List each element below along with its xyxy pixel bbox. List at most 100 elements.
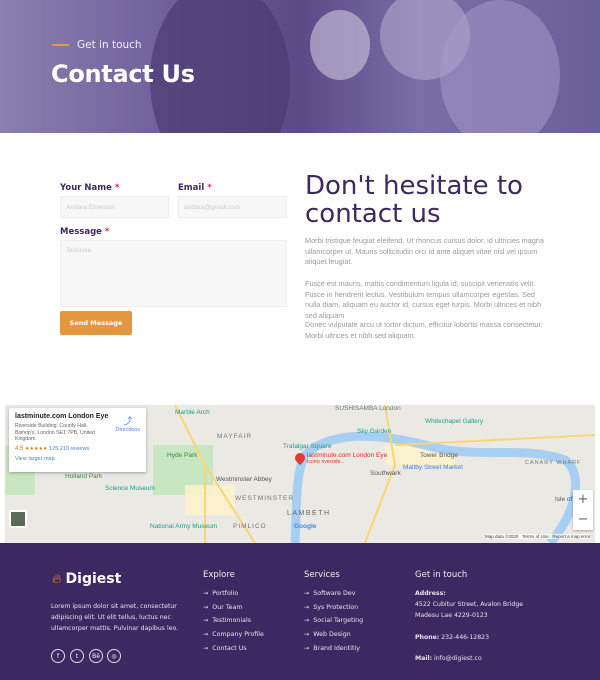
place-address: Riverside Building, County Hall, Bishop'… [15, 423, 96, 442]
zoom-in-button[interactable]: + [573, 490, 593, 510]
map-label: Whitechapel Gallery [425, 418, 484, 425]
footer-link-label: Brand Identitiy [313, 644, 360, 652]
map-data-text: Map data ©2020 [485, 534, 519, 539]
google-logo: Google [294, 523, 317, 530]
rating: 4.5 [15, 445, 24, 452]
contact-heading: Don't hesitate to contact us [305, 171, 523, 229]
footer-link[interactable]: → Software Dev [304, 590, 356, 597]
arrow-right-icon: → [203, 644, 209, 652]
footer-link-label: Testimonials [212, 617, 252, 625]
twitter-icon[interactable]: t [70, 649, 84, 663]
map-label: Westminster Abbey [216, 476, 272, 483]
map-label: Hyde Park [167, 452, 198, 459]
address-label: Address: [415, 590, 446, 597]
map-label: Isle of [555, 496, 573, 503]
footer-link[interactable]: → Sys Protection [304, 604, 358, 611]
behance-icon[interactable]: Bē [89, 649, 103, 663]
footer-link[interactable]: → Brand Identitiy [304, 645, 360, 652]
message-textarea[interactable]: Textarea [60, 240, 287, 307]
intro-paragraph: Fusce est mauris, mattis condimentum lig… [305, 279, 542, 320]
google-map[interactable]: lastminute.com London Eye Riverside Buil… [5, 405, 595, 543]
intro-paragraph: Donec vulputate arcu ut tortor dictum, e… [305, 320, 543, 340]
footer-link[interactable]: → Portfolio [203, 590, 238, 597]
footer-about: Lorem ipsum dolor sit amet, consectetur … [51, 603, 179, 632]
satellite-toggle[interactable] [9, 510, 27, 528]
arrow-right-icon: → [203, 603, 209, 611]
star-icons: ★★★★★ [25, 445, 48, 452]
arrow-right-icon: → [203, 631, 209, 639]
map-label: Marble Arch [175, 409, 210, 416]
eyebrow-text: Get in touch [77, 39, 142, 51]
footer-link-label: Sys Protection [313, 603, 359, 611]
name-input[interactable]: Andara Emerson [60, 196, 169, 218]
footer-link-label: Portfolio [212, 590, 239, 597]
phone-label: Phone: [415, 634, 440, 641]
flame-logo-icon: 🔥︎ [52, 571, 62, 587]
map-label: Southwark [370, 470, 401, 477]
pin-label: lastminute.com London Eye Iconic riversid… [307, 452, 388, 465]
zoom-out-button[interactable]: − [573, 510, 593, 530]
email-input[interactable]: andara@gmail.com [178, 196, 287, 218]
footer-link-label: Our Team [212, 603, 243, 611]
report-link[interactable]: Report a map error [552, 534, 590, 539]
brand-name: Digiest [65, 571, 122, 587]
address-line: 4522 Cubitur Street, Avalon Bridge [415, 601, 524, 608]
arrow-right-icon: → [304, 617, 310, 625]
hero-banner: Get in touch Contact Us [0, 0, 600, 133]
footer-link[interactable]: → Social Targeting [304, 617, 363, 624]
hero-eyebrow: Get in touch [52, 39, 142, 51]
map-label: Science Museum [105, 485, 155, 492]
arrow-right-icon: → [304, 631, 310, 639]
terms-link[interactable]: Terms of Use [522, 534, 549, 539]
map-label: PIMLICO [233, 523, 267, 530]
instagram-icon[interactable]: ◎ [107, 649, 121, 663]
map-label: Holland Park [65, 473, 103, 480]
footer-brand[interactable]: 🔥︎ Digiest [52, 571, 121, 587]
services-heading: Services [304, 570, 340, 580]
explore-heading: Explore [203, 570, 235, 580]
arrow-right-icon: → [203, 590, 209, 597]
map-label: CANARY WHARF [525, 460, 582, 466]
directions-icon: ⤴ [123, 416, 133, 426]
reviews-link[interactable]: 125,210 reviews [49, 446, 89, 452]
view-larger-map-link[interactable]: View larger map [15, 456, 140, 462]
map-label: MAYFAIR [217, 433, 253, 440]
phone-value: 232-446-12823 [441, 634, 490, 641]
footer-link-label: Social Targeting [313, 617, 364, 625]
map-label: LAMBETH [287, 510, 331, 517]
map-label: Maltby Street Market [403, 464, 463, 471]
map-label: National Army Museum [150, 523, 218, 530]
footer-link[interactable]: → Company Profile [203, 631, 264, 638]
footer-link-label: Company Profile [212, 631, 264, 639]
arrow-right-icon: → [203, 617, 209, 625]
footer-link[interactable]: → Contact Us [203, 645, 247, 652]
directions-button[interactable]: ⤴ Directions [116, 414, 140, 433]
footer: 🔥︎ Digiest Lorem ipsum dolor sit amet, c… [0, 543, 600, 680]
contact-heading-footer: Get in touch [415, 570, 468, 580]
footer-link-label: Software Dev [313, 590, 356, 597]
footer-link[interactable]: → Testimonials [203, 617, 251, 624]
arrow-right-icon: → [304, 603, 310, 611]
footer-link[interactable]: → Our Team [203, 604, 242, 611]
name-label: Your Name * [60, 183, 120, 193]
message-label: Message * [60, 227, 110, 237]
arrow-right-icon: → [304, 590, 310, 597]
place-card: lastminute.com London Eye Riverside Buil… [9, 408, 146, 472]
map-label: WESTMINSTER [235, 495, 295, 502]
map-label: Sky Garden [357, 428, 392, 435]
facebook-icon[interactable]: f [51, 649, 65, 663]
email-label: Email * [178, 183, 212, 193]
footer-link[interactable]: → Web Design [304, 631, 351, 638]
send-message-button[interactable]: Send Message [60, 311, 132, 335]
footer-link-label: Contact Us [212, 644, 247, 652]
map-label: SUSHISAMBA London [335, 405, 401, 412]
map-label: Trafalgar Square [283, 443, 332, 450]
footer-link-label: Web Design [313, 631, 351, 639]
map-label: Tower Bridge [420, 452, 458, 459]
intro-paragraph: Morbi tristique feugiat eleifend. Ut rho… [305, 236, 544, 266]
arrow-right-icon: → [304, 644, 310, 652]
address-line: Madesu Lae 4229-0123 [415, 612, 488, 619]
mail-label: Mail: [415, 655, 433, 662]
page-title: Contact Us [51, 60, 195, 88]
mail-link[interactable]: info@digiest.co [434, 655, 482, 662]
